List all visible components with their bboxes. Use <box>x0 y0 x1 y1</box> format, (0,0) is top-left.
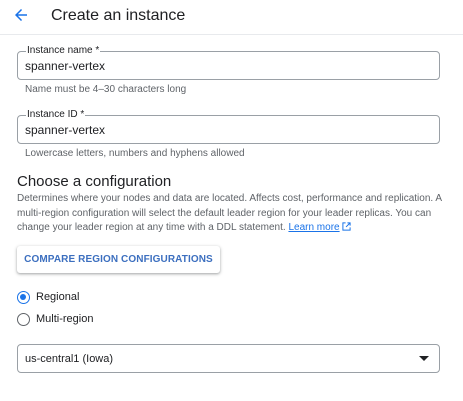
region-select-value: us-central1 (Iowa) <box>25 353 114 365</box>
radio-multi-region-control[interactable] <box>17 312 30 326</box>
radio-multi-region-label: Multi-region <box>36 313 94 325</box>
region-select[interactable]: us-central1 (Iowa) <box>17 344 440 373</box>
configuration-title: Choose a configuration <box>17 173 172 190</box>
instance-name-field[interactable]: Instance name * spanner-vertex <box>17 45 440 80</box>
compare-region-configurations-button[interactable]: COMPARE REGION CONFIGURATIONS <box>17 246 220 273</box>
create-instance-page: Create an instance Instance name * spann… <box>0 0 463 401</box>
instance-name-helper: Name must be 4–30 characters long <box>25 84 187 95</box>
page-title: Create an instance <box>51 7 186 24</box>
back-button[interactable] <box>10 6 32 28</box>
configuration-description: Determines where your nodes and data are… <box>17 192 447 237</box>
learn-more-link[interactable]: Learn more <box>288 222 351 233</box>
configuration-description-text: Determines where your nodes and data are… <box>17 193 442 233</box>
radio-regional[interactable]: Regional <box>17 289 79 305</box>
instance-id-label: Instance ID * <box>26 109 86 121</box>
instance-name-label: Instance name * <box>26 45 101 57</box>
open-in-new-icon <box>341 222 351 237</box>
radio-regional-label: Regional <box>36 291 80 303</box>
arrow-back-icon <box>13 7 29 28</box>
learn-more-label[interactable]: Learn more <box>288 222 339 233</box>
header-divider <box>0 34 463 35</box>
instance-id-helper: Lowercase letters, numbers and hyphens a… <box>25 148 245 159</box>
instance-id-field[interactable]: Instance ID * spanner-vertex <box>17 109 440 144</box>
dropdown-caret-icon <box>419 356 429 361</box>
instance-id-value[interactable]: spanner-vertex <box>25 123 105 137</box>
page-header: Create an instance <box>0 0 463 34</box>
radio-regional-control[interactable] <box>17 290 30 304</box>
instance-name-value[interactable]: spanner-vertex <box>25 59 105 73</box>
radio-multi-region[interactable]: Multi-region <box>17 311 93 327</box>
